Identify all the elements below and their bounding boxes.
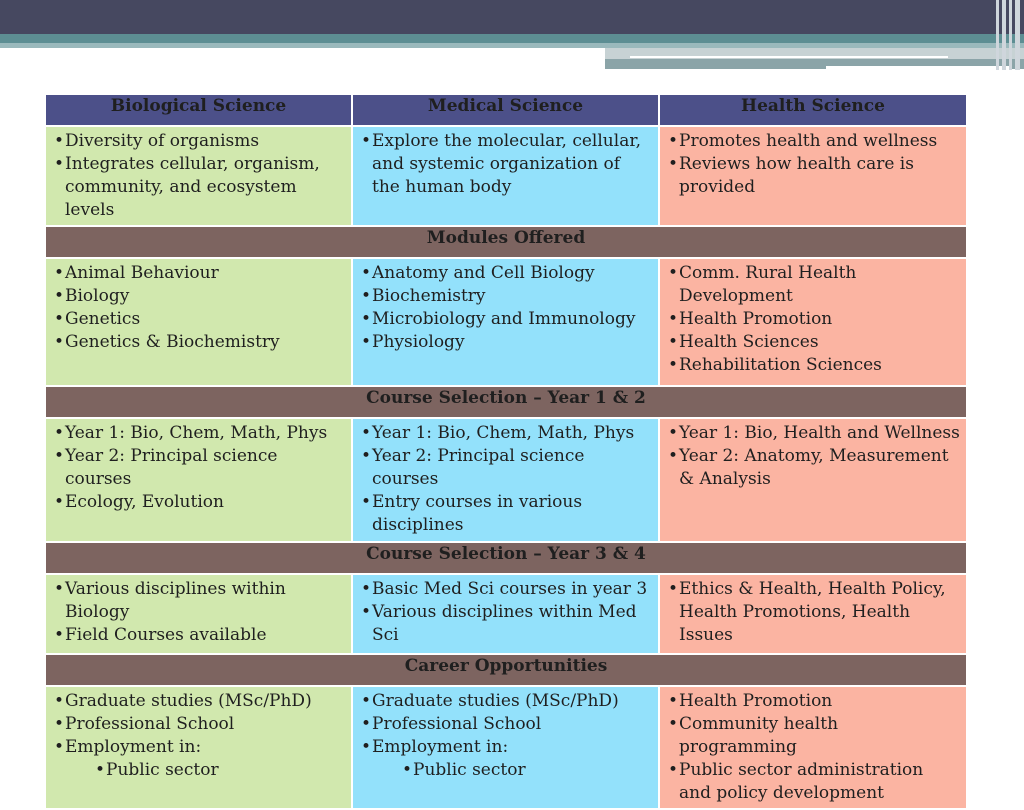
- list-item: Health Sciences: [668, 331, 960, 354]
- section-row-modules: Modules Offered: [44, 225, 968, 259]
- list-item: Public sector: [95, 759, 345, 782]
- overview-med-cell: Explore the molecular, cellular, and sys…: [351, 125, 660, 227]
- list-item: Professional School: [361, 713, 652, 736]
- list-item: Professional School: [54, 713, 345, 736]
- year34-med-cell: Basic Med Sci courses in year 3Various d…: [351, 573, 660, 655]
- list-item: Year 1: Bio, Chem, Math, Phys: [361, 422, 652, 445]
- list-item: Rehabilitation Sciences: [668, 354, 960, 377]
- career-bio-cell: Graduate studies (MSc/PhD)Professional S…: [44, 685, 353, 810]
- list-item: Physiology: [361, 331, 652, 354]
- header-white-line: [630, 56, 948, 58]
- column-header-medical-science: Medical Science: [351, 93, 660, 127]
- section-title-year34: Course Selection – Year 3 & 4: [44, 541, 968, 575]
- list-item: Year 1: Bio, Chem, Math, Phys: [54, 422, 345, 445]
- year34-bio-cell: Various disciplines within BiologyField …: [44, 573, 353, 655]
- modules-row: Animal BehaviourBiologyGeneticsGenetics …: [44, 257, 968, 387]
- list-item: Comm. Rural Health Development: [668, 262, 960, 308]
- list-item: Explore the molecular, cellular, and sys…: [361, 130, 652, 199]
- list-item: Field Courses available: [54, 624, 345, 647]
- list-item: Employment in:: [54, 736, 345, 759]
- header-accent-stripe: [0, 34, 1024, 43]
- year34-row: Various disciplines within BiologyField …: [44, 573, 968, 655]
- year12-bio-cell: Year 1: Bio, Chem, Math, PhysYear 2: Pri…: [44, 417, 353, 543]
- year34-health-cell: Ethics & Health, Health Policy, Health P…: [658, 573, 968, 655]
- column-header-health-science: Health Science: [658, 93, 968, 127]
- list-item: Biology: [54, 285, 345, 308]
- year12-med-cell: Year 1: Bio, Chem, Math, PhysYear 2: Pri…: [351, 417, 660, 543]
- list-item: Health Promotion: [668, 308, 960, 331]
- modules-bio-cell: Animal BehaviourBiologyGeneticsGenetics …: [44, 257, 353, 387]
- career-health-cell: Health PromotionCommunity health program…: [658, 685, 968, 810]
- list-item: Year 2: Anatomy, Measurement & Analysis: [668, 445, 960, 491]
- section-row-year34: Course Selection – Year 3 & 4: [44, 541, 968, 575]
- list-item: Genetics & Biochemistry: [54, 331, 345, 354]
- section-title-modules: Modules Offered: [44, 225, 968, 259]
- column-header-biological-science: Biological Science: [44, 93, 353, 127]
- list-item: Health Promotion: [668, 690, 960, 713]
- career-med-cell: Graduate studies (MSc/PhD)Professional S…: [351, 685, 660, 810]
- list-item: Ethics & Health, Health Policy, Health P…: [668, 578, 960, 647]
- list-item: Microbiology and Immunology: [361, 308, 652, 331]
- list-item: Various disciplines within Biology: [54, 578, 345, 624]
- list-item: Public sector: [402, 759, 652, 782]
- section-row-year12: Course Selection – Year 1 & 2: [44, 385, 968, 419]
- header-white-line-lower: [826, 66, 1011, 69]
- header-vertical-stripes: [994, 0, 1024, 70]
- list-item: Public sector administration and policy …: [668, 759, 960, 805]
- year12-row: Year 1: Bio, Chem, Math, PhysYear 2: Pri…: [44, 417, 968, 543]
- list-item: Ecology, Evolution: [54, 491, 345, 514]
- slide-header-band: [0, 0, 1024, 34]
- list-item: Community health programming: [668, 713, 960, 759]
- list-item: Graduate studies (MSc/PhD): [54, 690, 345, 713]
- overview-health-cell: Promotes health and wellnessReviews how …: [658, 125, 968, 227]
- list-item: Employment in:: [361, 736, 652, 759]
- overview-row: Diversity of organismsIntegrates cellula…: [44, 125, 968, 227]
- year12-health-cell: Year 1: Bio, Health and WellnessYear 2: …: [658, 417, 968, 543]
- list-item: Graduate studies (MSc/PhD): [361, 690, 652, 713]
- overview-bio-cell: Diversity of organismsIntegrates cellula…: [44, 125, 353, 227]
- list-item: Promotes health and wellness: [668, 130, 960, 153]
- list-item: Reviews how health care is provided: [668, 153, 960, 199]
- list-item: Entry courses in various disciplines: [361, 491, 652, 537]
- list-item: Basic Med Sci courses in year 3: [361, 578, 652, 601]
- career-row: Graduate studies (MSc/PhD)Professional S…: [44, 685, 968, 810]
- modules-health-cell: Comm. Rural Health DevelopmentHealth Pro…: [658, 257, 968, 387]
- list-item: Animal Behaviour: [54, 262, 345, 285]
- column-header-row: Biological Science Medical Science Healt…: [44, 93, 968, 127]
- section-title-year12: Course Selection – Year 1 & 2: [44, 385, 968, 419]
- list-item: Integrates cellular, organism, community…: [54, 153, 345, 222]
- list-item: Year 2: Principal science courses: [361, 445, 652, 491]
- list-item: Biochemistry: [361, 285, 652, 308]
- list-item: Various disciplines within Med Sci: [361, 601, 652, 647]
- program-comparison-table: Biological Science Medical Science Healt…: [44, 93, 968, 810]
- list-item: Anatomy and Cell Biology: [361, 262, 652, 285]
- section-title-career: Career Opportunities: [44, 653, 968, 687]
- list-item: Year 2: Principal science courses: [54, 445, 345, 491]
- modules-med-cell: Anatomy and Cell BiologyBiochemistryMicr…: [351, 257, 660, 387]
- list-item: Diversity of organisms: [54, 130, 345, 153]
- list-item: Year 1: Bio, Health and Wellness: [668, 422, 960, 445]
- section-row-career: Career Opportunities: [44, 653, 968, 687]
- list-item: Genetics: [54, 308, 345, 331]
